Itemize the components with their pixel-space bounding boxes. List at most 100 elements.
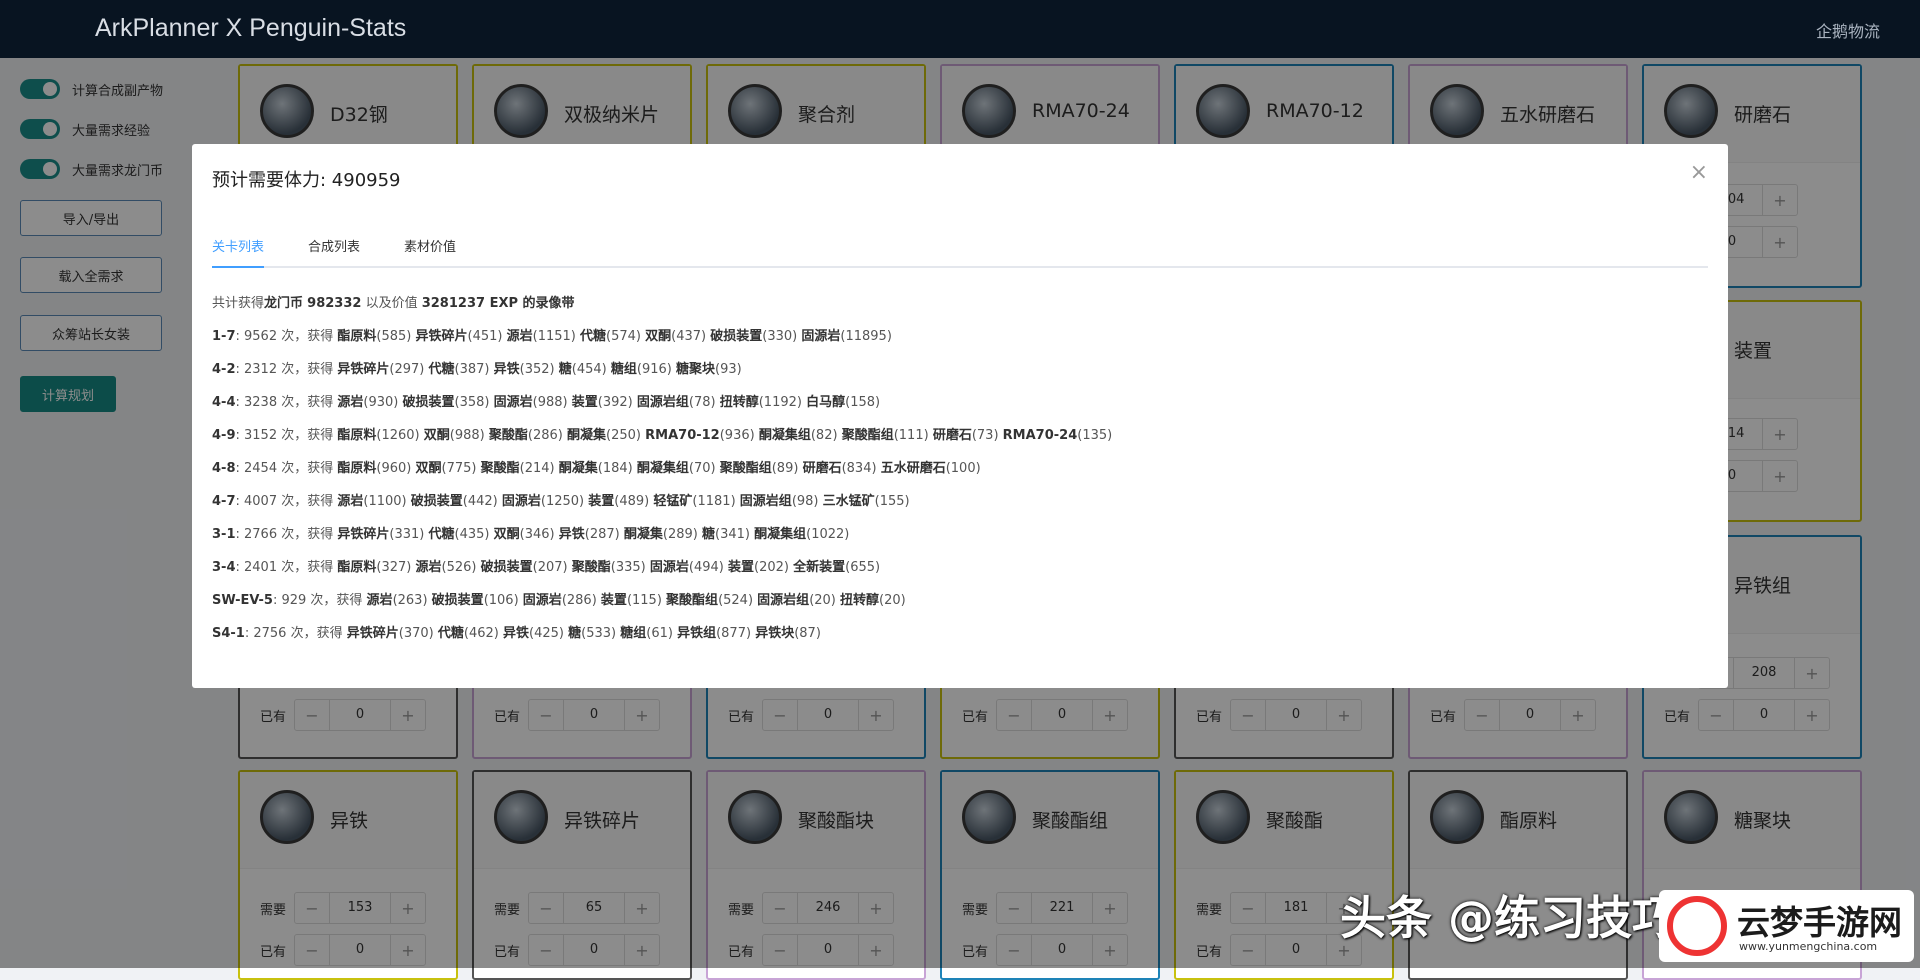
- drop-item-count: (61): [646, 626, 673, 641]
- logo-url: www.yunmengchina.com: [1739, 940, 1878, 953]
- drop-item-name: 源岩: [366, 593, 393, 608]
- drop-item-count: (524): [718, 593, 754, 608]
- drop-item-name: 糖组: [610, 362, 637, 377]
- drop-item-name: 聚酸酯组: [666, 593, 719, 608]
- drop-item-name: 源岩: [337, 494, 364, 509]
- drop-item-count: (330): [762, 329, 798, 344]
- drop-item-count: (936): [719, 428, 755, 443]
- stage-row: 4-9: 3152 次，获得 酯原料(1260) 双酮(988) 聚酸酯(286…: [212, 426, 1708, 459]
- drop-item-name: 异铁碎片: [337, 527, 390, 542]
- stage-row: SW-EV-5: 929 次，获得 源岩(263) 破损装置(106) 固源岩(…: [212, 591, 1708, 624]
- drop-item-count: (1181): [692, 494, 736, 509]
- drop-item-count: (585): [376, 329, 412, 344]
- drop-item-count: (1151): [532, 329, 576, 344]
- drop-item-count: (207): [532, 560, 568, 575]
- drop-item-count: (115): [626, 593, 662, 608]
- drop-item-count: (1192): [758, 395, 802, 410]
- drop-item-name: 研磨石: [932, 428, 972, 443]
- logo-text: 云梦手游网: [1737, 903, 1902, 942]
- drop-item-count: (1250): [540, 494, 585, 509]
- drop-item-name: 源岩: [337, 395, 364, 410]
- drop-item-name: 固源岩: [649, 560, 689, 575]
- drop-item-count: (287): [584, 527, 620, 542]
- drop-item-name: 双酮: [493, 527, 520, 542]
- drop-item-name: 代糖: [428, 527, 455, 542]
- drop-item-name: 异铁块: [755, 626, 795, 641]
- drop-item-name: 聚酸酯组: [841, 428, 894, 443]
- drop-item-count: (494): [688, 560, 724, 575]
- drop-item-count: (214): [519, 461, 555, 476]
- close-icon[interactable]: ×: [1690, 160, 1708, 185]
- drop-item-name: 扭转醇: [840, 593, 880, 608]
- drop-item-name: 双酮: [415, 461, 442, 476]
- drop-item-count: (1100): [363, 494, 407, 509]
- drop-item-name: 破损装置: [431, 593, 484, 608]
- drop-item-name: 糖: [558, 362, 572, 377]
- drop-item-count: (387): [454, 362, 490, 377]
- drop-item-count: (155): [874, 494, 910, 509]
- drop-item-count: (20): [879, 593, 906, 608]
- drop-item-name: 聚酸酯: [480, 461, 520, 476]
- stage-id: 3-1: [212, 527, 236, 542]
- tab-stage-list[interactable]: 关卡列表: [212, 236, 265, 268]
- drop-item-name: 固源岩: [493, 395, 533, 410]
- stage-times: : 2312 次，获得: [235, 362, 338, 377]
- drop-item-name: 酯原料: [337, 329, 377, 344]
- drop-item-name: 酮凝集组: [758, 428, 811, 443]
- stage-row: 3-1: 2766 次，获得 异铁碎片(331) 代糖(435) 双酮(346)…: [212, 525, 1708, 558]
- drop-item-count: (1022): [806, 527, 850, 542]
- drop-item-name: 异铁碎片: [337, 362, 390, 377]
- drop-item-count: (425): [529, 626, 564, 641]
- stage-times: : 2756 次，获得: [244, 626, 347, 641]
- drop-item-name: 源岩: [506, 329, 533, 344]
- drop-item-count: (89): [771, 461, 799, 476]
- drop-item-name: 全新装置: [793, 560, 846, 575]
- drop-item-name: 破损装置: [710, 329, 763, 344]
- drop-item-count: (335): [610, 560, 646, 575]
- drop-item-name: 破损装置: [410, 494, 463, 509]
- drop-item-name: 研磨石: [802, 461, 842, 476]
- drop-item-count: (93): [715, 362, 742, 377]
- stage-list: 共计获得龙门币 982332 以及价值 3281237 EXP 的录像带 1-7…: [212, 294, 1708, 657]
- drop-item-name: 异铁碎片: [415, 329, 468, 344]
- penguin-logistics-link[interactable]: 企鹅物流: [1816, 18, 1880, 42]
- stage-row: 1-7: 9562 次，获得 酯原料(585) 异铁碎片(451) 源岩(115…: [212, 327, 1708, 360]
- tab-material-value[interactable]: 素材价值: [404, 236, 456, 266]
- stage-times: : 2766 次，获得: [235, 527, 338, 542]
- drop-item-count: (250): [606, 428, 641, 443]
- drop-item-count: (100): [945, 461, 981, 476]
- drop-item-count: (73): [971, 428, 999, 443]
- drop-item-count: (341): [715, 527, 750, 542]
- drop-item-count: (111): [893, 428, 929, 443]
- drop-item-count: (106): [483, 593, 519, 608]
- drop-item-name: 白马醇: [806, 395, 846, 410]
- drop-item-name: 源岩: [415, 560, 442, 575]
- drop-item-name: 酯原料: [337, 428, 377, 443]
- dialog-title: 预计需要体力: 490959: [212, 170, 401, 191]
- drop-item-count: (533): [581, 626, 617, 641]
- stage-times: : 929 次，获得: [272, 593, 367, 608]
- drop-item-name: 破损装置: [480, 560, 533, 575]
- drop-item-count: (454): [571, 362, 607, 377]
- drop-item-name: 装置: [728, 560, 755, 575]
- drop-item-name: 异铁组: [677, 626, 717, 641]
- drop-item-count: (20): [809, 593, 836, 608]
- top-bar: ArkPlanner X Penguin-Stats 企鹅物流: [0, 0, 1920, 58]
- drop-item-count: (82): [810, 428, 838, 443]
- drop-item-count: (834): [841, 461, 877, 476]
- drop-item-name: 固源岩: [501, 494, 541, 509]
- drop-item-name: 扭转醇: [719, 395, 759, 410]
- drop-item-count: (451): [467, 329, 503, 344]
- drop-item-count: (331): [389, 527, 425, 542]
- drop-item-name: 装置: [600, 593, 627, 608]
- drop-item-name: 糖聚块: [676, 362, 716, 377]
- drop-item-count: (988): [532, 395, 568, 410]
- drop-item-count: (988): [449, 428, 485, 443]
- plan-result-dialog: 预计需要体力: 490959 × 关卡列表 合成列表 素材价值 共计获得龙门币 …: [192, 144, 1728, 688]
- drop-item-name: 异铁: [502, 626, 529, 641]
- drop-item-count: (1260): [376, 428, 420, 443]
- tab-synthesis-list[interactable]: 合成列表: [308, 236, 360, 266]
- stage-id: 4-4: [212, 395, 236, 410]
- drop-item-count: (462): [463, 626, 499, 641]
- stage-row: 4-4: 3238 次，获得 源岩(930) 破损装置(358) 固源岩(988…: [212, 393, 1708, 426]
